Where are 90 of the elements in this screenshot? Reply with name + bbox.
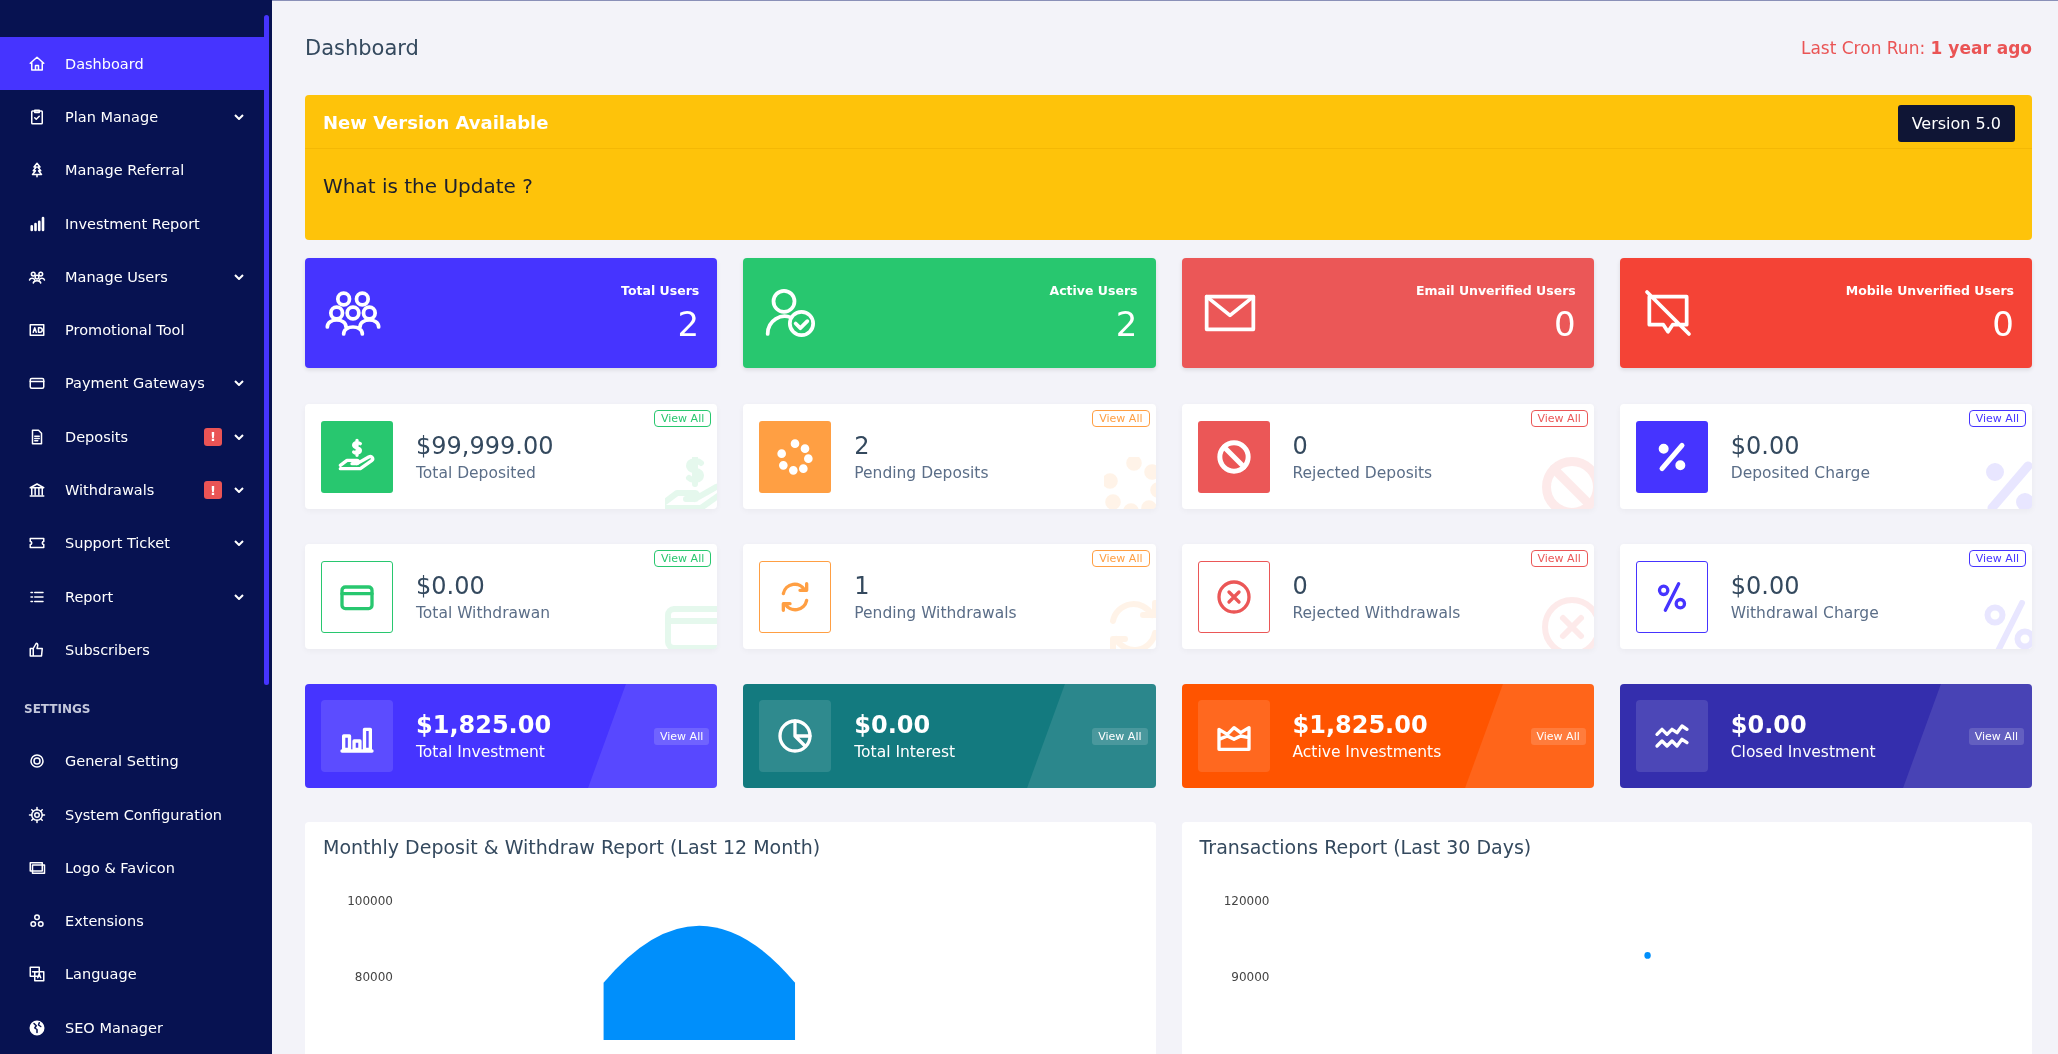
widget-label: Pending Deposits	[854, 463, 989, 482]
widget-value: 0	[1292, 431, 1309, 460]
sidebar-item[interactable]: Investment Report	[0, 196, 264, 251]
stat-label: Active Users	[1049, 282, 1138, 298]
loading-dots-icon	[775, 436, 816, 477]
view-all-link[interactable]: View All	[1530, 550, 1588, 567]
globe-icon	[28, 1018, 46, 1037]
stat-value: 2	[677, 303, 700, 344]
widget-value: 1	[854, 571, 871, 600]
investment-label: Total Investment	[416, 743, 546, 761]
chart-point	[1643, 952, 1651, 959]
chevron-down-icon	[234, 380, 244, 387]
banner-title: New Version Available	[323, 112, 549, 133]
widget-label: Pending Withdrawals	[854, 603, 1017, 622]
widget-value: $0.00	[416, 571, 486, 600]
translate-icon	[28, 965, 46, 984]
widget-label: Deposited Charge	[1730, 463, 1870, 482]
version-badge: Version 5.0	[1897, 105, 2015, 142]
stat-value: 0	[1554, 303, 1576, 344]
stat-label: Mobile Unverified Users	[1845, 282, 2014, 298]
faded-hand-dollar-icon	[665, 457, 718, 509]
view-all-link[interactable]: View All	[1530, 410, 1588, 427]
settings-icon	[28, 805, 46, 824]
chevron-down-icon	[234, 113, 244, 120]
cron-status: Last Cron Run: 1 year ago	[1800, 38, 2032, 58]
investment-value: $0.00	[854, 711, 932, 739]
axis-label: 100000	[347, 894, 393, 908]
sidebar-item[interactable]: System Configuration	[0, 787, 264, 842]
axis-label: 90000	[1231, 970, 1270, 984]
widget-value: 0	[1292, 571, 1309, 600]
sidebar-item[interactable]: Support Ticket	[0, 516, 264, 570]
chevron-down-icon	[234, 540, 244, 547]
sidebar-item[interactable]: Deposits !	[0, 410, 264, 464]
stat-label: Email Unverified Users	[1416, 282, 1576, 298]
sidebar-item[interactable]: Dashboard	[0, 37, 264, 91]
sidebar-item[interactable]: Manage Users	[0, 250, 264, 304]
sidebar-item[interactable]: Logo & Favicon	[0, 841, 264, 895]
view-all-link[interactable]: View All	[1968, 550, 2026, 567]
widget-label: Rejected Withdrawals	[1292, 603, 1461, 622]
sidebar-item[interactable]: Subscribers	[0, 623, 264, 677]
widget-label: Total Withdrawan	[416, 603, 551, 622]
ring-icon	[28, 752, 46, 771]
widget-value: $0.00	[1730, 431, 1801, 460]
section-title: SETTINGS	[23, 700, 92, 718]
investment-label: Total Interest	[854, 743, 956, 761]
alert-badge: !	[204, 427, 222, 446]
investment-label: Closed Investment	[1730, 743, 1876, 761]
chevron-down-icon	[234, 487, 244, 493]
investment-value: $1,825.00	[1292, 711, 1429, 739]
bank-icon	[28, 481, 46, 499]
sidebar-item[interactable]: Extensions	[0, 894, 264, 948]
chevron-down-icon	[234, 593, 244, 600]
widget-value: 2	[854, 431, 871, 460]
chart-title: Transactions Report (Last 30 Days)	[1199, 836, 1533, 858]
chevron-down-icon	[234, 273, 244, 280]
bar-chart-icon	[28, 214, 46, 233]
sidebar-item[interactable]: Plan Manage	[0, 90, 264, 144]
update-question: What is the Update ?	[323, 174, 533, 198]
page-title: Dashboard	[305, 36, 419, 60]
sidebar-item[interactable]: Language	[0, 947, 264, 1002]
sidebar-item[interactable]: General Setting	[0, 734, 264, 788]
view-all-link[interactable]: View All	[1968, 410, 2026, 427]
investment-label: Active Investments	[1292, 743, 1442, 761]
widget-value: $0.00	[1730, 571, 1801, 600]
clipboard-icon	[28, 107, 46, 126]
axis-label: 120000	[1223, 894, 1270, 908]
stat-value: 0	[1992, 303, 2014, 344]
view-all-link[interactable]: View All	[1968, 727, 2024, 745]
widget-label: Rejected Deposits	[1292, 463, 1433, 482]
axis-label: 80000	[354, 970, 393, 984]
sidebar-item[interactable]: Promotional Tool	[0, 303, 264, 357]
scrollbar[interactable]	[264, 15, 269, 685]
home-icon	[28, 54, 46, 73]
widget-label: Withdrawal Charge	[1730, 603, 1879, 622]
widget-value: $99,999.00	[416, 431, 554, 460]
sidebar-item[interactable]: Payment Gateways	[0, 356, 264, 411]
sidebar-item[interactable]: Manage Referral	[0, 143, 264, 197]
chevron-down-icon	[234, 433, 244, 440]
stat-label: Total Users	[621, 282, 700, 298]
sidebar-item[interactable]: Withdrawals !	[0, 463, 264, 517]
chart-title: Monthly Deposit & Withdraw Report (Last 12 Month)	[323, 836, 822, 858]
thumbs-up-icon	[28, 640, 46, 659]
widget-label: Total Deposited	[416, 463, 537, 482]
investment-value: $1,825.00	[416, 711, 552, 739]
stat-value: 2	[1115, 303, 1138, 344]
view-all-link[interactable]: View All	[654, 727, 710, 745]
sidebar-item[interactable]: Report	[0, 569, 264, 624]
sidebar-item[interactable]: SEO Manager	[0, 1001, 264, 1054]
alert-badge: !	[204, 481, 222, 499]
investment-value: $0.00	[1730, 711, 1808, 739]
